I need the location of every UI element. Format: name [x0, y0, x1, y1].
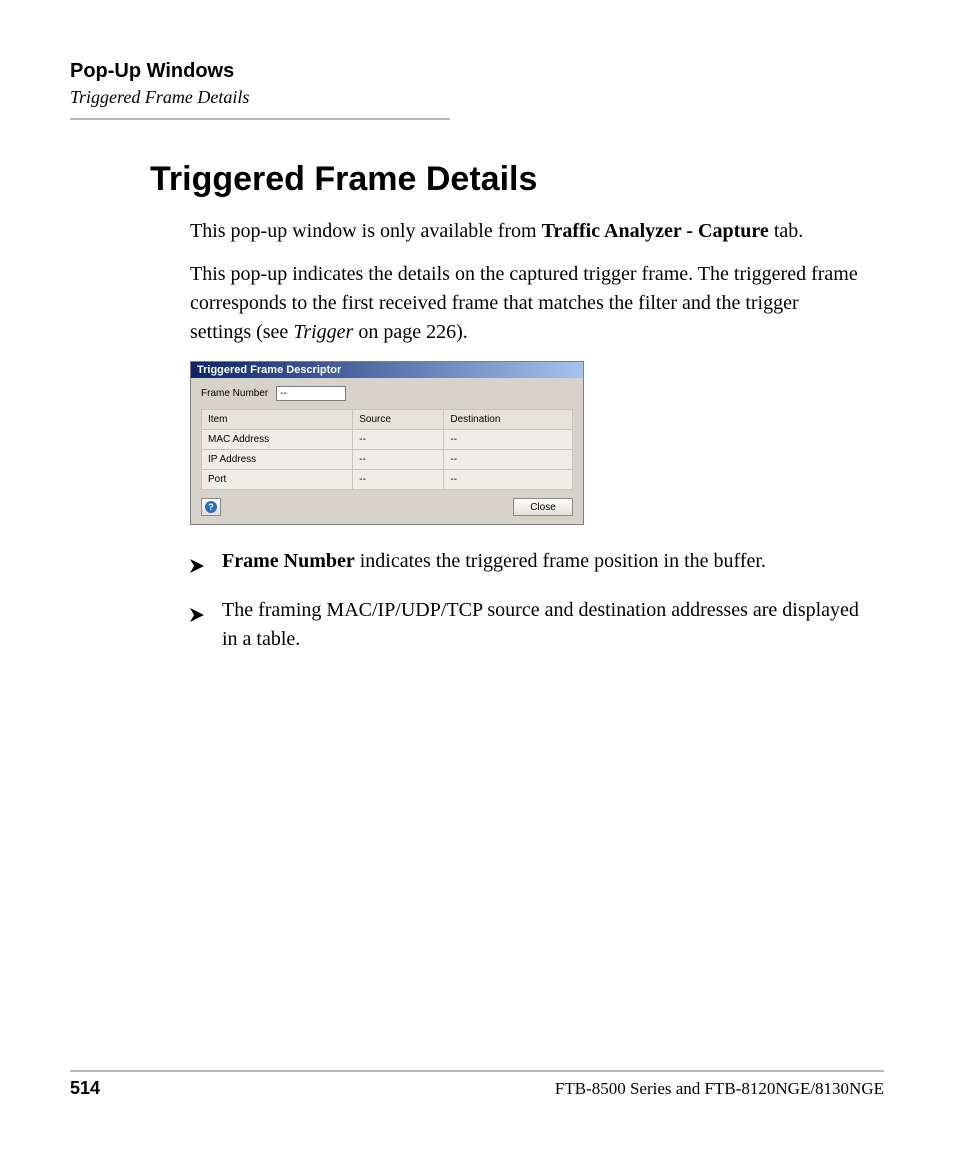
help-button[interactable]: ?: [201, 498, 221, 516]
help-icon: ?: [205, 501, 217, 513]
page-number: 514: [70, 1078, 100, 1099]
frame-number-label: Frame Number: [201, 388, 268, 399]
footer-line: 514 FTB-8500 Series and FTB-8120NGE/8130…: [70, 1078, 884, 1099]
paragraph-2: This pop-up indicates the details on the…: [190, 260, 864, 347]
cell-source: --: [353, 450, 444, 470]
table-row: MAC Address -- --: [202, 430, 573, 450]
text: This pop-up indicates the details on the…: [190, 263, 858, 343]
page-footer: 514 FTB-8500 Series and FTB-8120NGE/8130…: [70, 1070, 884, 1099]
frame-details-table: Item Source Destination MAC Address -- -…: [201, 409, 573, 490]
footer-divider: [70, 1070, 884, 1072]
document-id: FTB-8500 Series and FTB-8120NGE/8130NGE: [555, 1079, 884, 1099]
close-button-label: Close: [530, 502, 556, 513]
list-item: The framing MAC/IP/UDP/TCP source and de…: [190, 596, 864, 654]
frame-number-row: Frame Number: [201, 386, 573, 401]
col-item: Item: [202, 410, 353, 430]
page-title: Triggered Frame Details: [150, 160, 884, 199]
text-italic: Trigger: [293, 321, 353, 343]
divider: [70, 118, 450, 120]
col-destination: Destination: [444, 410, 573, 430]
cell-item: Port: [202, 470, 353, 490]
document-page: Pop-Up Windows Triggered Frame Details T…: [0, 0, 954, 1159]
arrow-icon: [190, 553, 208, 582]
bullet-text: The framing MAC/IP/UDP/TCP source and de…: [222, 596, 864, 654]
col-source: Source: [353, 410, 444, 430]
cell-source: --: [353, 430, 444, 450]
table-header-row: Item Source Destination: [202, 410, 573, 430]
popup-body: Frame Number Item Source Destination MAC…: [191, 378, 583, 524]
text-bold: Traffic Analyzer - Capture: [542, 220, 769, 242]
running-head-subtitle: Triggered Frame Details: [70, 87, 884, 108]
cell-destination: --: [444, 430, 573, 450]
table-row: Port -- --: [202, 470, 573, 490]
arrow-icon: [190, 602, 208, 654]
popup-title: Triggered Frame Descriptor: [191, 362, 583, 378]
text: on page 226).: [353, 321, 467, 343]
cell-source: --: [353, 470, 444, 490]
running-head: Pop-Up Windows Triggered Frame Details: [70, 60, 884, 120]
text: This pop-up window is only available fro…: [190, 220, 542, 242]
paragraph-1: This pop-up window is only available fro…: [190, 217, 864, 246]
close-button[interactable]: Close: [513, 498, 573, 516]
cell-destination: --: [444, 470, 573, 490]
body-text: This pop-up window is only available fro…: [190, 217, 864, 347]
list-item: Frame Number indicates the triggered fra…: [190, 547, 864, 582]
running-head-title: Pop-Up Windows: [70, 60, 884, 83]
text: tab.: [769, 220, 803, 242]
triggered-frame-descriptor-popup: Triggered Frame Descriptor Frame Number …: [190, 361, 584, 525]
frame-number-input[interactable]: [276, 386, 346, 401]
table-row: IP Address -- --: [202, 450, 573, 470]
text: indicates the triggered frame position i…: [355, 550, 766, 572]
bullet-list: Frame Number indicates the triggered fra…: [190, 547, 864, 654]
popup-footer: ? Close: [201, 498, 573, 516]
cell-destination: --: [444, 450, 573, 470]
bullet-text: Frame Number indicates the triggered fra…: [222, 547, 766, 582]
text-bold: Frame Number: [222, 550, 355, 572]
cell-item: MAC Address: [202, 430, 353, 450]
cell-item: IP Address: [202, 450, 353, 470]
